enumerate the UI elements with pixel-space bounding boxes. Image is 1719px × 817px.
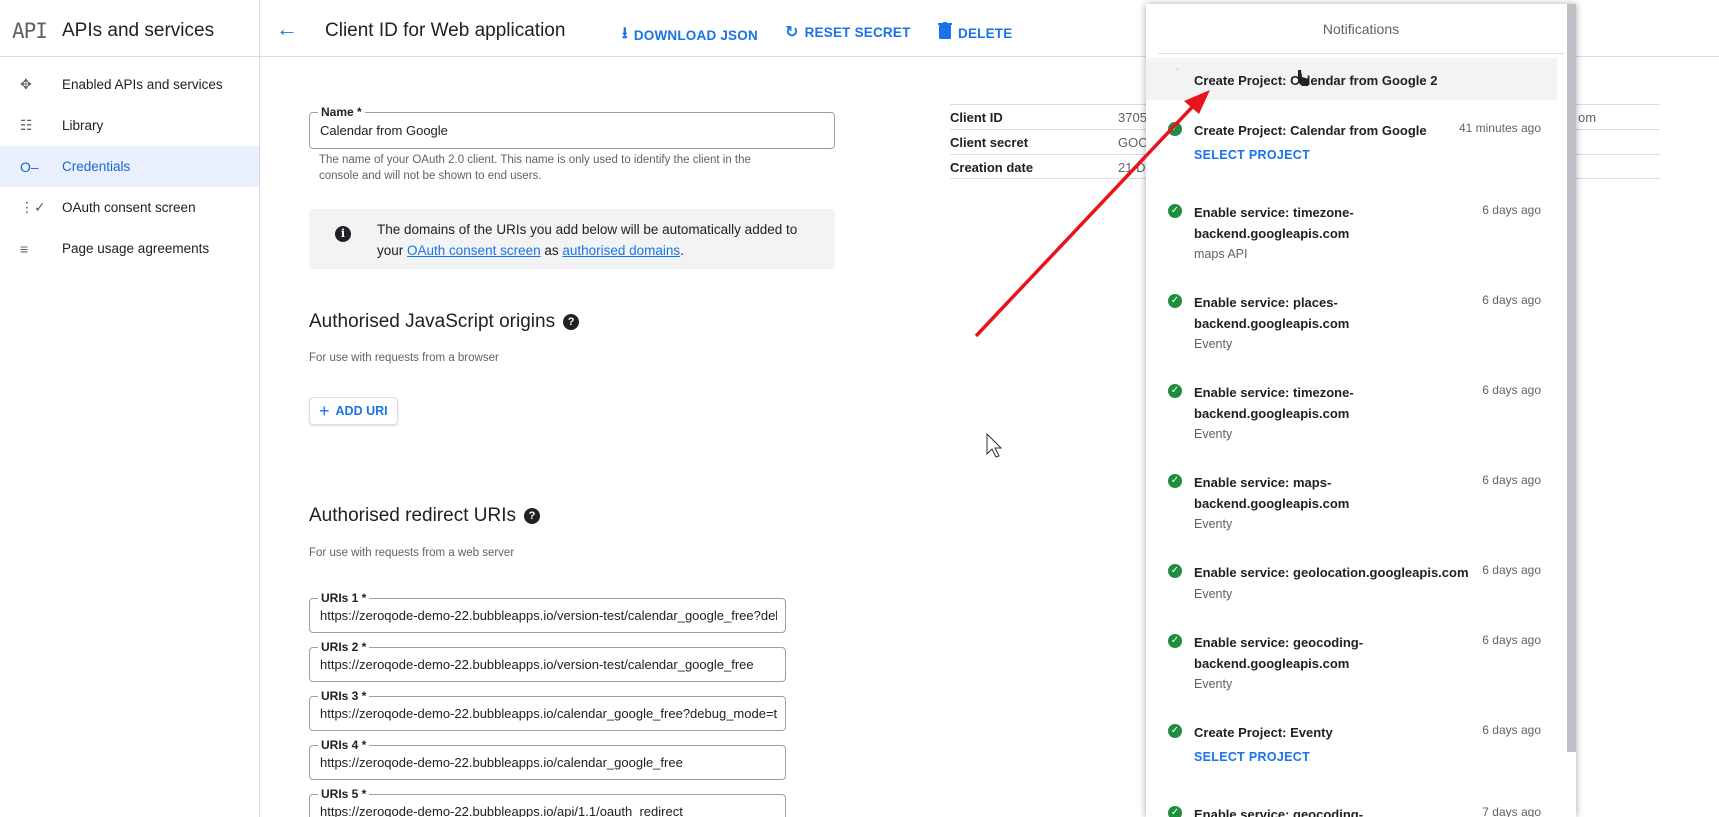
uri-field-4[interactable]: URIs 4 * https://zeroqode-demo-22.bubble… [309,738,786,780]
plus-icon: + [319,400,330,421]
sidebar-item-library[interactable]: ☷ Library [0,105,259,146]
delete-button[interactable]: DELETE [938,22,1012,44]
check-circle-icon: ✓ [1168,634,1182,648]
js-origins-heading: Authorised JavaScript origins ? [309,311,580,333]
select-project-link[interactable]: SELECT PROJECT [1194,750,1310,764]
sidebar-item-enabled-apis[interactable]: ✥ Enabled APIs and services [0,64,259,105]
check-circle-icon: ✓ [1168,204,1182,218]
uri-field-1[interactable]: URIs 1 * https://zeroqode-demo-22.bubble… [309,591,786,633]
spinner-icon: ˙ [1176,68,1180,79]
uri-field-2[interactable]: URIs 2 * https://zeroqode-demo-22.bubble… [309,640,786,682]
oauth-consent-link[interactable]: OAuth consent screen [407,243,541,258]
sidebar: ✥ Enabled APIs and services ☷ Library O–… [0,57,259,269]
name-hint: The name of your OAuth 2.0 client. This … [319,154,751,182]
authorised-domains-link[interactable]: authorised domains [562,243,680,258]
sidebar-item-credentials[interactable]: O– Credentials [0,146,259,187]
check-circle-icon: ✓ [1168,294,1182,308]
name-field-label: Name * [318,105,365,119]
consent-icon: ⋮✓ [20,199,46,215]
trash-icon [938,22,952,44]
back-arrow-icon[interactable]: ← [276,16,298,42]
key-icon: O– [20,158,39,175]
page-title: Client ID for Web application [325,20,566,41]
download-json-button[interactable]: ⭳ DOWNLOAD JSON [622,22,758,49]
info-box: i The domains of the URIs you add below … [309,209,835,269]
check-circle-icon: ✓ [1168,384,1182,398]
reset-secret-button[interactable]: ↻ RESET SECRET [785,22,911,42]
redirect-uris-heading: Authorised redirect URIs ? [309,505,540,527]
mouse-pointer-icon [986,432,1003,458]
info-icon: i [335,226,351,242]
sidebar-divider [259,0,260,817]
check-circle-icon: ✓ [1168,564,1182,578]
info-text: The domains of the URIs you add below wi… [377,222,798,258]
agreements-icon: ≡ [20,240,29,257]
uri-field-5[interactable]: URIs 5 * https://zeroqode-demo-22.bubble… [309,787,786,817]
check-circle-icon: ✓ [1168,806,1182,817]
check-circle-icon: ✓ [1168,474,1182,488]
redirect-uris-subtitle: For use with requests from a web server [309,547,515,559]
select-project-link[interactable]: SELECT PROJECT [1194,148,1310,162]
name-field-value: Calendar from Google [320,123,448,138]
api-logo: API [12,19,48,43]
notifications-panel: Notifications ˙ Create Project: Calendar… [1146,4,1576,817]
js-origins-subtitle: For use with requests from a browser [309,352,499,364]
library-icon: ☷ [20,117,33,133]
check-circle-icon: ✓ [1168,122,1182,136]
refresh-icon: ↻ [785,24,799,41]
check-circle-icon: ✓ [1168,724,1182,738]
services-icon: ✥ [20,76,32,92]
notifications-title: Notifications [1158,4,1564,54]
name-field[interactable]: Name * Calendar from Google [309,105,835,149]
help-icon[interactable]: ? [523,508,540,524]
sidebar-item-page-usage[interactable]: ≡ Page usage agreements [0,228,259,269]
add-uri-button[interactable]: + ADD URI [309,397,398,425]
sidebar-item-oauth-consent[interactable]: ⋮✓ OAuth consent screen [0,187,259,228]
uri-field-3[interactable]: URIs 3 * https://zeroqode-demo-22.bubble… [309,689,786,731]
product-title: APIs and services [62,20,215,41]
help-icon[interactable]: ? [563,314,580,330]
notifications-scrollbar[interactable] [1567,4,1576,752]
download-icon: ⭳ [622,25,628,42]
